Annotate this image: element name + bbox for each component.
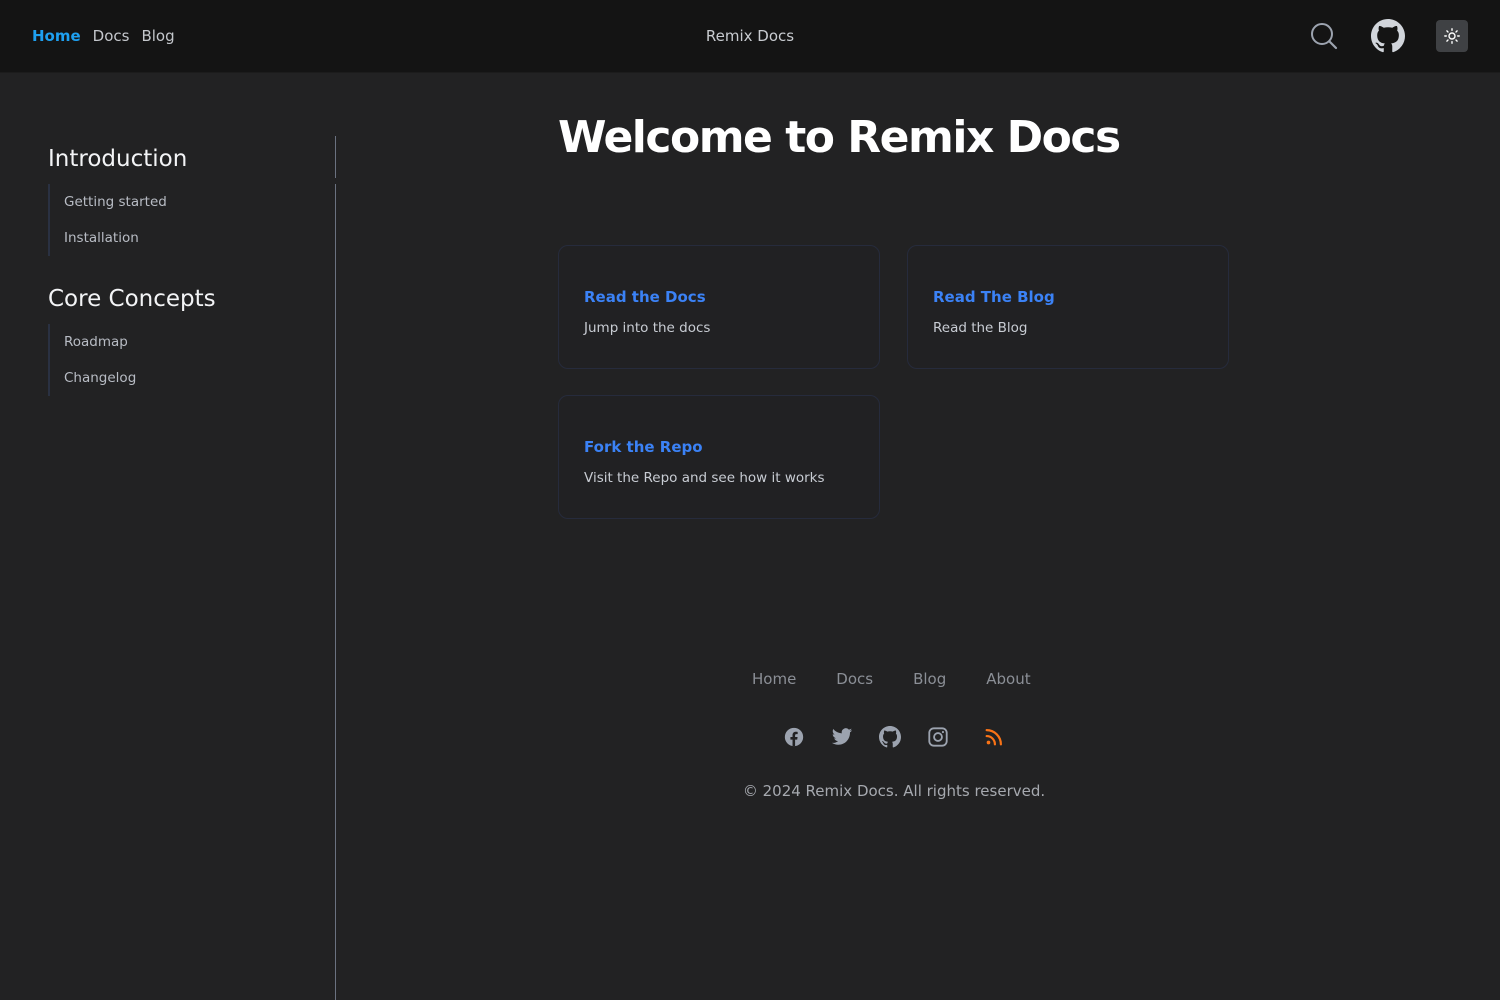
- card-description: Visit the Repo and see how it works: [584, 470, 825, 486]
- footer-link-blog[interactable]: Blog: [913, 670, 946, 688]
- sidebar-section-introduction: Introduction: [48, 146, 188, 172]
- top-bar: Home Docs Blog Remix Docs: [0, 0, 1500, 73]
- sidebar-item-getting-started[interactable]: Getting started: [50, 184, 300, 220]
- card-description: Jump into the docs: [584, 320, 711, 336]
- card-read-blog[interactable]: Read The Blog Read the Blog: [907, 245, 1229, 369]
- footer-nav: Home Docs Blog About: [752, 670, 1031, 688]
- sidebar-list-core-concepts: Roadmap Changelog: [48, 324, 300, 396]
- instagram-icon[interactable]: [927, 726, 949, 748]
- github-button[interactable]: [1371, 19, 1405, 53]
- nav-blog-link[interactable]: Blog: [141, 27, 174, 45]
- search-button[interactable]: [1308, 20, 1340, 52]
- twitter-icon[interactable]: [831, 726, 853, 748]
- card-title[interactable]: Fork the Repo: [584, 438, 703, 456]
- github-icon: [1371, 19, 1405, 53]
- card-fork-repo[interactable]: Fork the Repo Visit the Repo and see how…: [558, 395, 880, 519]
- footer-link-docs[interactable]: Docs: [836, 670, 873, 688]
- footer-link-about[interactable]: About: [986, 670, 1030, 688]
- card-description: Read the Blog: [933, 320, 1028, 336]
- sidebar-section-core-concepts: Core Concepts: [48, 286, 216, 312]
- footer-link-home[interactable]: Home: [752, 670, 796, 688]
- copyright-text: © 2024 Remix Docs. All rights reserved.: [742, 782, 1046, 800]
- sun-icon: [1444, 28, 1460, 44]
- facebook-icon[interactable]: [783, 726, 805, 748]
- sidebar-list-introduction: Getting started Installation: [48, 184, 300, 256]
- theme-toggle-button[interactable]: [1436, 20, 1468, 52]
- site-title[interactable]: Remix Docs: [706, 27, 794, 45]
- card-title[interactable]: Read the Docs: [584, 288, 706, 306]
- nav-home-link[interactable]: Home: [32, 27, 81, 45]
- site-brand-container: Remix Docs: [0, 0, 1500, 72]
- sidebar: Introduction Getting started Installatio…: [0, 72, 335, 1000]
- sidebar-item-installation[interactable]: Installation: [50, 220, 300, 256]
- rss-icon[interactable]: [983, 726, 1005, 748]
- page-title: Welcome to Remix Docs: [558, 112, 1121, 163]
- search-icon: [1311, 23, 1338, 50]
- sidebar-item-changelog[interactable]: Changelog: [50, 360, 300, 396]
- nav-docs-link[interactable]: Docs: [93, 27, 130, 45]
- sidebar-divider: [335, 136, 336, 1000]
- card-title[interactable]: Read The Blog: [933, 288, 1055, 306]
- sidebar-divider-gap: [335, 178, 336, 184]
- github-icon[interactable]: [879, 726, 901, 748]
- sidebar-item-roadmap[interactable]: Roadmap: [50, 324, 300, 360]
- top-nav: Home Docs Blog: [32, 0, 175, 72]
- card-read-docs[interactable]: Read the Docs Jump into the docs: [558, 245, 880, 369]
